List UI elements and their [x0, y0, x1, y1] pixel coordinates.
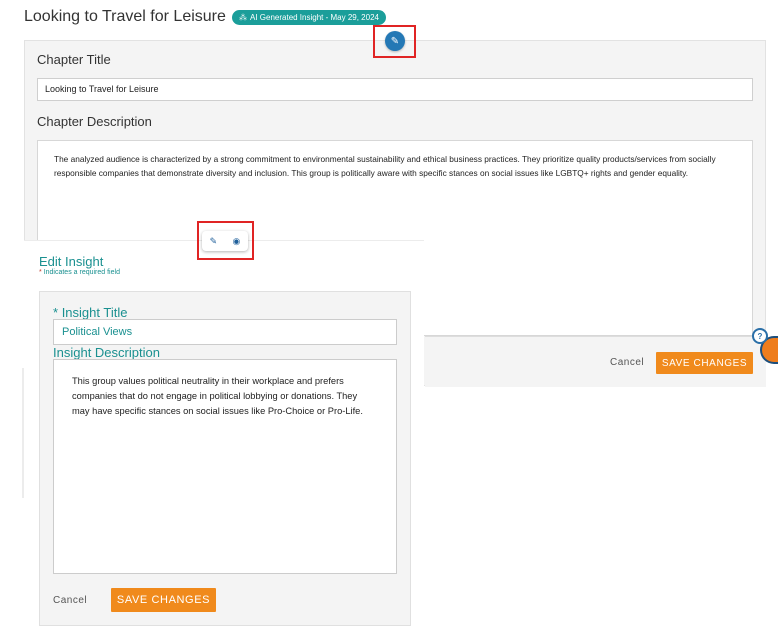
sparkle-icon: ⁂	[239, 13, 247, 22]
chapter-save-button[interactable]: SAVE CHANGES	[656, 352, 753, 374]
insight-save-button[interactable]: SAVE CHANGES	[111, 588, 216, 612]
required-star: *	[53, 305, 59, 320]
insight-cancel-button[interactable]: Cancel	[53, 595, 87, 606]
eye-slash-icon[interactable]: ◉	[232, 236, 240, 247]
edit-insight-heading: Edit Insight	[39, 254, 104, 269]
page-title: Looking to Travel for Leisure	[24, 8, 226, 25]
question-icon[interactable]: ?	[752, 328, 768, 344]
required-star: *	[39, 269, 42, 276]
pencil-icon[interactable]: ✎	[210, 236, 218, 247]
chapter-title-input[interactable]: Looking to Travel for Leisure	[37, 78, 753, 101]
overlay-edge	[22, 368, 24, 498]
ai-generated-badge: ⁂ AI Generated Insight - May 29, 2024	[232, 10, 386, 25]
insight-description-label: Insight Description	[53, 345, 160, 360]
edit-chapter-button[interactable]: ✎	[385, 31, 405, 51]
chapter-cancel-button[interactable]: Cancel	[610, 357, 644, 368]
insight-title-label: * Insight Title	[53, 305, 127, 320]
chapter-description-label: Chapter Description	[37, 114, 152, 129]
pencil-icon: ✎	[390, 35, 400, 47]
insight-title-input[interactable]: Political Views	[53, 319, 397, 345]
chapter-title-label: Chapter Title	[37, 52, 111, 67]
required-field-note: * Indicates a required field	[39, 269, 120, 276]
chapter-description-text: The analyzed audience is characterized b…	[54, 154, 716, 178]
insight-description-text: This group values political neutrality i…	[72, 376, 363, 416]
insight-toolbar: ✎ ◉	[202, 231, 248, 251]
insight-title-label-text: Insight Title	[61, 305, 128, 320]
required-note-text: Indicates a required field	[43, 269, 120, 276]
ai-badge-label: AI Generated Insight - May 29, 2024	[250, 13, 379, 22]
